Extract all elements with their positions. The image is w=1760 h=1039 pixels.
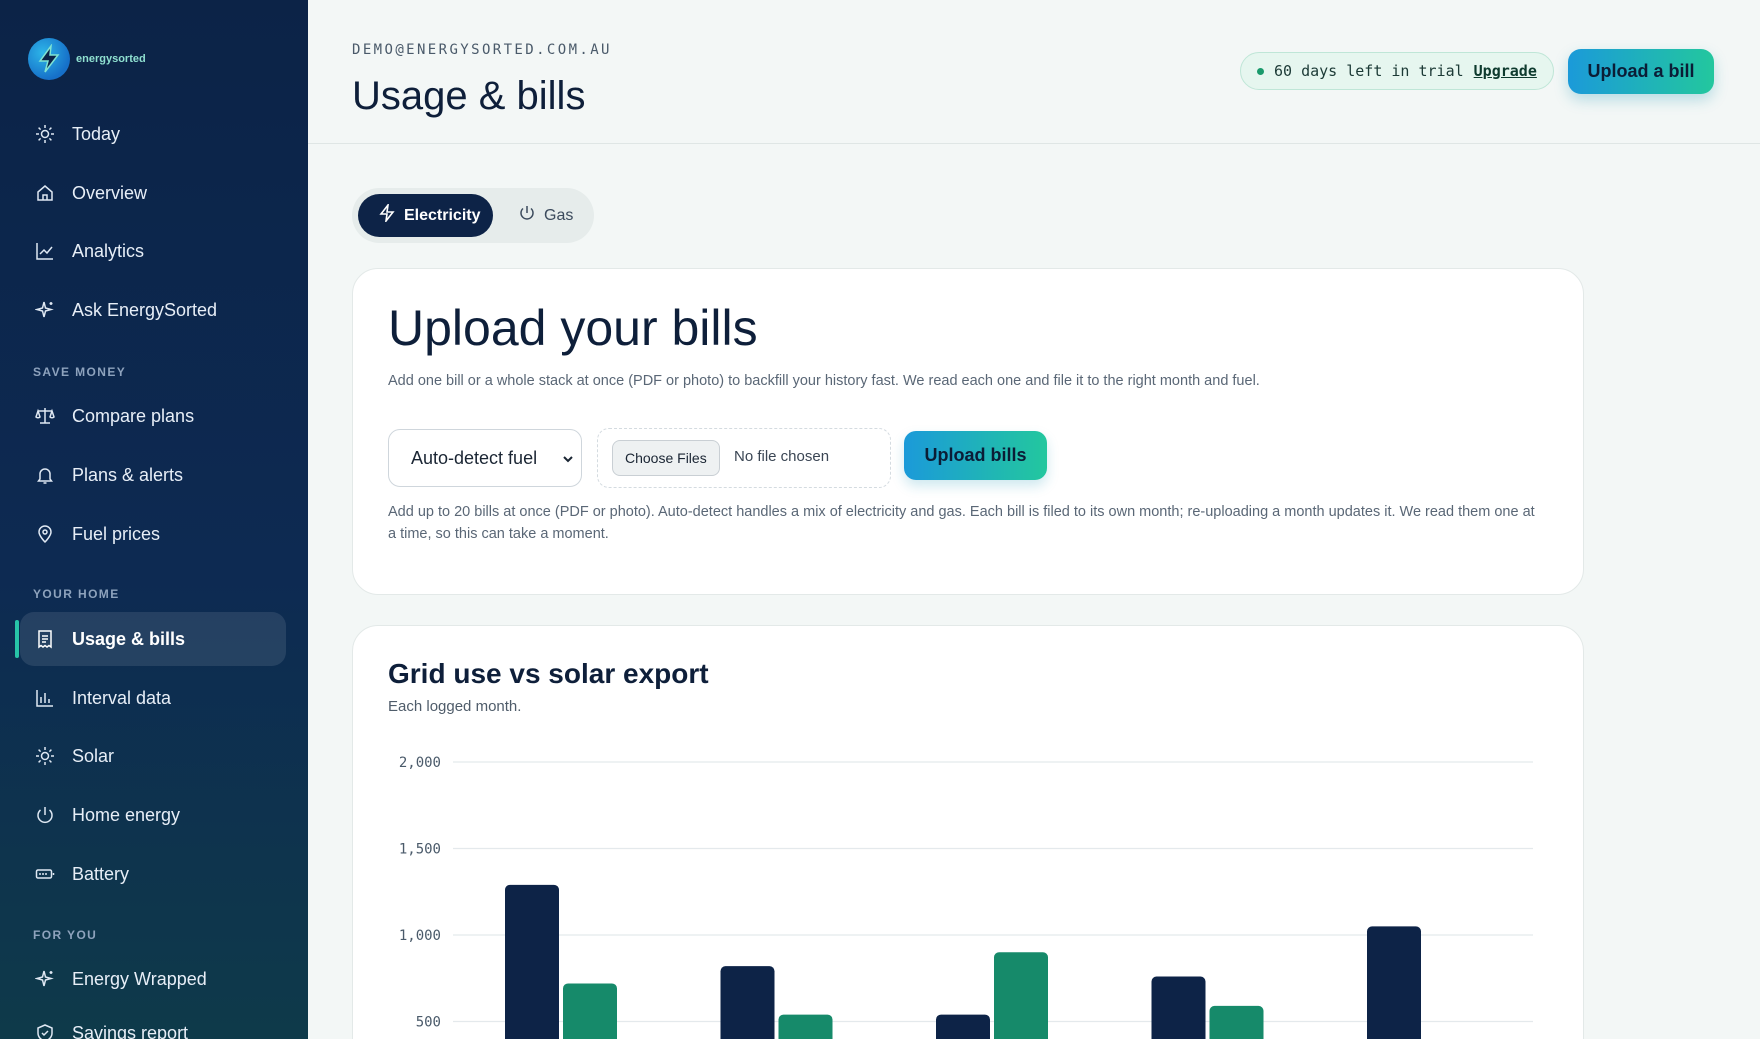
tab-electricity-label: Electricity [404, 206, 481, 224]
top-header: DEMO@ENERGYSORTED.COM.AU Usage & bills 6… [308, 0, 1760, 144]
choose-files-button[interactable]: Choose Files [612, 440, 720, 476]
sun-icon [34, 123, 56, 145]
map-pin-icon [34, 523, 56, 545]
sidebar-item-label: Savings report [72, 1022, 189, 1039]
upload-bills-card: Upload your bills Add one bill or a whol… [352, 268, 1584, 595]
fuel-select[interactable]: Auto-detect fuel [388, 429, 582, 487]
home-icon [34, 182, 56, 204]
bar-chart-icon [34, 687, 56, 709]
shield-icon [34, 1022, 56, 1039]
sidebar-item-label: Analytics [72, 240, 145, 261]
y-tick-label: 500 [416, 1015, 441, 1031]
y-tick-label: 2,000 [399, 755, 441, 771]
grid-vs-solar-card: Grid use vs solar export Each logged mon… [352, 625, 1584, 1039]
receipt-icon [34, 628, 56, 650]
sidebar-item-energy-wrapped[interactable]: Energy Wrapped [20, 952, 286, 1006]
sparkle-icon [34, 299, 56, 321]
sidebar-item-label: Home energy [72, 804, 181, 825]
tab-gas-label: Gas [544, 206, 574, 224]
sidebar-item-compare-plans[interactable]: Compare plans [20, 389, 286, 443]
upload-card-description: Add one bill or a whole stack at once (P… [388, 373, 1260, 389]
grid-use-bar[interactable] [1367, 926, 1421, 1039]
brand-name: energysorted [76, 53, 146, 65]
sidebar-item-label: Ask EnergySorted [72, 299, 218, 320]
chart-line-icon [34, 240, 56, 262]
upload-bills-button[interactable]: Upload bills [904, 431, 1047, 480]
sidebar-item-label: Solar [72, 745, 115, 766]
sidebar-item-battery[interactable]: Battery [20, 847, 286, 901]
tab-gas[interactable]: Gas [512, 194, 573, 237]
grid-use-bar[interactable] [505, 884, 559, 1039]
solar-export-bar[interactable] [563, 983, 617, 1039]
sidebar-item-interval-data[interactable]: Interval data [20, 671, 286, 725]
sidebar-item-label: Today [72, 123, 121, 144]
upgrade-link[interactable]: Upgrade [1474, 62, 1537, 80]
grid-vs-solar-chart: 2,000 1,500 1,000 500 [399, 755, 1533, 1039]
battery-icon [34, 863, 56, 885]
sidebar-item-label: Usage & bills [72, 628, 186, 649]
sidebar-item-label: Interval data [72, 687, 172, 708]
sidebar-item-fuel-prices[interactable]: Fuel prices [20, 507, 286, 561]
solar-export-bar[interactable] [994, 952, 1048, 1039]
grid-use-bar[interactable] [936, 1014, 990, 1039]
sidebar-item-analytics[interactable]: Analytics [20, 224, 286, 278]
upload-card-title: Upload your bills [388, 300, 758, 356]
y-tick-label: 1,000 [399, 928, 441, 944]
status-dot-icon [1257, 67, 1264, 75]
grid-use-bar[interactable] [720, 966, 775, 1039]
bolt-logo-icon [28, 38, 70, 80]
scale-icon [34, 405, 56, 427]
sidebar-item-label: Energy Wrapped [72, 968, 207, 989]
sidebar-item-overview[interactable]: Overview [20, 166, 286, 220]
trial-badge: 60 days left in trial Upgrade [1240, 52, 1554, 90]
sidebar-item-plans-alerts[interactable]: Plans & alerts [20, 448, 286, 502]
solar-export-bar[interactable] [1209, 1005, 1264, 1039]
tab-electricity[interactable]: Electricity [358, 194, 493, 237]
fuel-select-value: Auto-detect fuel [411, 447, 538, 468]
sidebar-item-ask-energysorted[interactable]: Ask EnergySorted [20, 283, 286, 337]
chevron-down-icon [561, 450, 575, 471]
sidebar-item-usage-bills[interactable]: Usage & bills [20, 612, 286, 666]
upload-a-bill-button[interactable]: Upload a bill [1568, 49, 1714, 94]
section-label-for-you: FOR YOU [33, 928, 98, 942]
active-indicator [15, 620, 19, 658]
sidebar-item-label: Overview [72, 182, 148, 203]
sidebar: energysorted Today Overview Analytics As… [0, 0, 308, 1039]
sun-icon [34, 745, 56, 767]
section-label-save-money: SAVE MONEY [33, 365, 127, 379]
sidebar-item-savings-report[interactable]: Savings report [20, 1006, 286, 1039]
account-email: DEMO@ENERGYSORTED.COM.AU [352, 42, 612, 58]
brand-logo[interactable]: energysorted [28, 38, 146, 80]
sidebar-item-today[interactable]: Today [20, 107, 286, 161]
power-icon [518, 204, 536, 227]
trial-text: 60 days left in trial [1274, 62, 1464, 80]
no-file-text: No file chosen [734, 448, 830, 465]
sidebar-item-label: Plans & alerts [72, 464, 184, 485]
fuel-tabs: Electricity Gas [352, 188, 594, 243]
sidebar-item-solar[interactable]: Solar [20, 729, 286, 783]
file-dropzone[interactable]: Choose Files No file chosen [597, 428, 891, 488]
upload-hint: Add up to 20 bills at once (PDF or photo… [388, 504, 1535, 542]
sidebar-item-label: Compare plans [72, 405, 195, 426]
grid-use-bar[interactable] [1151, 976, 1206, 1039]
bolt-icon [378, 202, 396, 227]
section-label-your-home: YOUR HOME [33, 587, 120, 601]
power-icon [34, 804, 56, 826]
y-tick-label: 1,500 [399, 842, 441, 858]
sparkle-icon [34, 968, 56, 990]
sidebar-item-label: Battery [72, 863, 130, 884]
sidebar-item-label: Fuel prices [72, 523, 161, 544]
bell-icon [34, 464, 56, 486]
page-title: Usage & bills [352, 74, 586, 118]
sidebar-item-home-energy[interactable]: Home energy [20, 788, 286, 842]
solar-export-bar[interactable] [778, 1014, 833, 1039]
